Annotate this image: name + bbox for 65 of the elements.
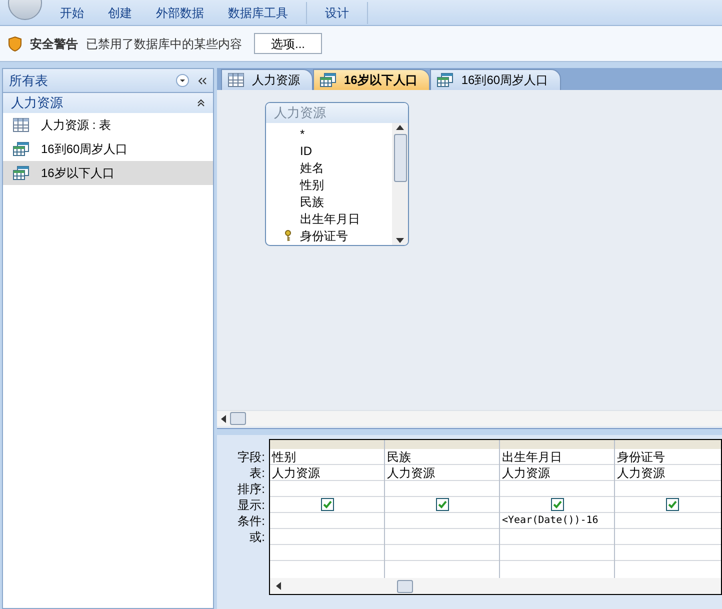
query-icon bbox=[437, 73, 454, 87]
checkbox[interactable] bbox=[436, 498, 448, 511]
group-header[interactable]: 人力资源 bbox=[3, 93, 213, 113]
document-tab[interactable]: 人力资源 bbox=[221, 69, 313, 90]
navigation-item[interactable]: 16岁以下人口 bbox=[3, 161, 213, 185]
ribbon-tab[interactable]: 外部数据 bbox=[144, 4, 216, 22]
row-label: 显示: bbox=[238, 497, 265, 513]
ribbon-tab[interactable]: 设计 bbox=[313, 4, 361, 22]
ribbon-tab[interactable]: 数据库工具 bbox=[216, 4, 300, 22]
scroll-thumb[interactable] bbox=[394, 134, 406, 182]
key-icon bbox=[284, 230, 292, 242]
table-cell[interactable]: <Year(Date())-16 bbox=[500, 513, 600, 528]
navigation-item[interactable]: 16到60周岁人口 bbox=[3, 137, 213, 161]
table-cell[interactable]: 人力资源 bbox=[385, 465, 499, 481]
table-cell[interactable]: 民族 bbox=[385, 449, 499, 465]
table-cell[interactable]: 人力资源 bbox=[500, 465, 614, 481]
document-tab[interactable]: 16到60周岁人口 bbox=[430, 69, 562, 90]
row-label: 条件: bbox=[238, 513, 265, 529]
field-list-title: 人力资源 bbox=[266, 103, 408, 123]
field-name[interactable]: 身份证号 bbox=[300, 226, 348, 244]
scroll-up-icon[interactable] bbox=[396, 125, 404, 130]
collapse-icon[interactable] bbox=[197, 76, 207, 86]
horizontal-scrollbar[interactable] bbox=[217, 410, 722, 426]
table-icon bbox=[228, 73, 244, 87]
scroll-down-icon[interactable] bbox=[396, 238, 404, 243]
checkbox[interactable] bbox=[550, 498, 564, 511]
group-title: 人力资源 bbox=[11, 94, 64, 112]
security-warning-title: 安全警告 bbox=[30, 36, 78, 52]
shield-icon bbox=[8, 36, 22, 52]
query-icon bbox=[13, 166, 29, 180]
checkbox[interactable] bbox=[666, 498, 678, 511]
row-label: 或: bbox=[250, 529, 265, 545]
row-label: 排序: bbox=[238, 481, 265, 497]
table-cell[interactable]: 人力资源 bbox=[615, 465, 721, 481]
ribbon-tab[interactable]: 开始 bbox=[48, 4, 96, 22]
query-icon bbox=[320, 73, 336, 87]
scroll-thumb[interactable] bbox=[230, 412, 246, 425]
field-name[interactable]: ID bbox=[300, 142, 312, 160]
ribbon-tab[interactable]: 创建 bbox=[96, 4, 144, 22]
dropdown-icon[interactable] bbox=[176, 74, 189, 87]
scroll-left-icon[interactable] bbox=[221, 414, 226, 422]
scroll-thumb[interactable] bbox=[397, 580, 413, 592]
scrollbar[interactable] bbox=[392, 123, 408, 245]
table-icon bbox=[13, 118, 29, 132]
field-name[interactable]: 姓名 bbox=[300, 158, 324, 176]
row-label: 表: bbox=[250, 465, 265, 481]
query-icon bbox=[13, 142, 29, 156]
document-tab[interactable]: 16岁以下人口 bbox=[313, 69, 430, 90]
table-cell[interactable]: 身份证号 bbox=[615, 449, 721, 465]
horizontal-scrollbar[interactable] bbox=[270, 578, 721, 594]
security-warning-message: 已禁用了数据库中的某些内容 bbox=[86, 36, 242, 52]
checkbox[interactable] bbox=[320, 498, 334, 511]
navigation-item[interactable]: 人力资源 : 表 bbox=[3, 113, 213, 137]
table-cell[interactable]: 性别 bbox=[270, 449, 384, 465]
scroll-left-icon[interactable] bbox=[276, 582, 281, 590]
field-name[interactable]: 民族 bbox=[300, 192, 324, 210]
pane-title: 所有表 bbox=[9, 72, 49, 90]
table-cell[interactable]: 出生年月日 bbox=[500, 449, 614, 465]
field-name[interactable]: * bbox=[300, 124, 305, 142]
row-label: 字段: bbox=[238, 449, 265, 465]
field-name[interactable]: 性别 bbox=[300, 176, 324, 194]
chevron-up-icon[interactable] bbox=[197, 99, 205, 107]
table-cell[interactable]: 人力资源 bbox=[270, 465, 384, 481]
field-name[interactable]: 出生年月日 bbox=[300, 210, 360, 228]
options-button[interactable]: 选项... bbox=[254, 33, 322, 54]
